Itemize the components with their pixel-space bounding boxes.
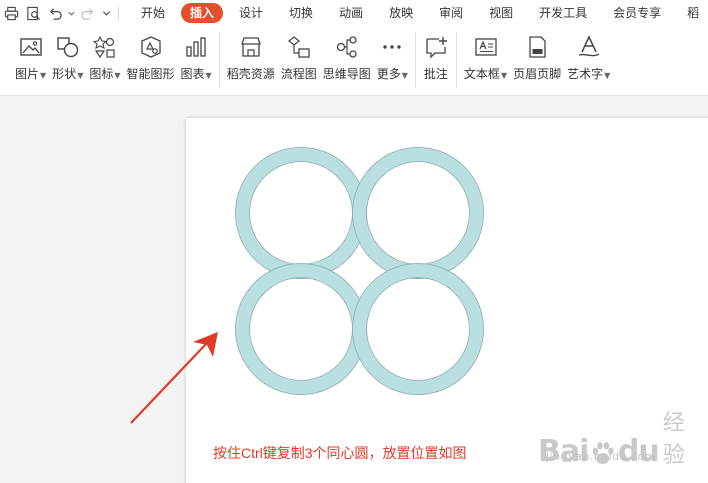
header-footer-button[interactable]: 页眉页脚 (513, 34, 561, 82)
undo-dropdown[interactable] (66, 2, 76, 24)
chart-button[interactable]: 图表▼ (181, 34, 212, 82)
watermark-url: jingyan.baidu.com (546, 450, 657, 463)
textbox-button[interactable]: 文本框▼ (464, 34, 507, 82)
tab-insert[interactable]: 插入 (181, 3, 224, 23)
ribbon-divider (455, 32, 457, 88)
chevron-down-icon (68, 11, 74, 15)
shapes-label: 形状 (52, 67, 77, 81)
ribbon-group-text: 文本框▼ 页眉页脚 艺术字▼ (461, 26, 613, 96)
ribbon-divider (414, 32, 416, 88)
quick-access-toolbar (0, 0, 123, 26)
store-icon (240, 37, 261, 57)
mindmap-label: 思维导图 (322, 67, 371, 81)
insert-ribbon: 图片▼ 形状▼ 图标▼ 智能图形 图表▼ 稻壳资源 流程图 思维导图 更多▼ 批… (0, 26, 708, 96)
concentric-circle-top-right[interactable] (353, 148, 483, 278)
chevron-down-icon (102, 10, 110, 16)
picture-icon (19, 38, 42, 56)
toolbar-divider (118, 6, 119, 20)
icons-button[interactable]: 图标▼ (89, 34, 121, 82)
concentric-circle-top-left[interactable] (236, 148, 366, 278)
tab-transitions[interactable]: 切换 (279, 3, 323, 23)
print-icon (4, 6, 18, 20)
comment-button[interactable]: 批注 (423, 34, 449, 82)
customize-toolbar-button[interactable] (98, 2, 114, 24)
tab-review[interactable]: 审阅 (429, 3, 473, 23)
shapes-button[interactable]: 形状▼ (52, 34, 83, 82)
tab-design[interactable]: 设计 (229, 3, 273, 23)
tab-docer[interactable]: 稻 (677, 3, 708, 23)
chevron-down-icon: ▼ (40, 71, 47, 80)
tab-developer[interactable]: 开发工具 (529, 3, 597, 23)
smartart-button[interactable]: 智能图形 (127, 34, 175, 82)
ribbon-tabs: 开始 插入 设计 切换 动画 放映 审阅 视图 开发工具 会员专享 稻 (131, 3, 708, 23)
redo-button[interactable] (76, 2, 98, 24)
wordart-icon (578, 35, 600, 57)
watermark-suffix: 经验 (662, 411, 685, 468)
chevron-down-icon: ▼ (114, 71, 121, 80)
header-footer-icon (529, 36, 546, 58)
mindmap-button[interactable]: 思维导图 (323, 34, 371, 82)
textbox-icon (474, 38, 497, 56)
textbox-label: 文本框 (463, 67, 500, 81)
docer-resources-label: 稻壳资源 (226, 67, 275, 81)
picture-button[interactable]: 图片▼ (15, 34, 46, 82)
tab-home[interactable]: 开始 (131, 3, 175, 23)
undo-button[interactable] (44, 2, 66, 24)
ribbon-group-illustrations: 图片▼ 形状▼ 图标▼ 智能图形 图表▼ (0, 26, 215, 96)
icons-label: 图标 (89, 67, 114, 81)
more-icon (383, 45, 402, 49)
more-label: 更多 (376, 67, 401, 81)
ribbon-group-resources: 稻壳资源 流程图 思维导图 更多▼ (224, 26, 411, 96)
chart-label: 图表 (180, 67, 205, 81)
comment-label: 批注 (423, 67, 448, 81)
tab-view[interactable]: 视图 (479, 3, 523, 23)
chevron-down-icon: ▼ (604, 71, 611, 80)
concentric-circle-bottom-left[interactable] (236, 264, 366, 394)
header-footer-label: 页眉页脚 (513, 67, 562, 81)
ribbon-divider (218, 32, 220, 88)
icons-icon (92, 35, 115, 59)
smartart-label: 智能图形 (126, 67, 175, 81)
redo-icon (80, 7, 93, 20)
instruction-caption: 按住Ctrl键复制3个同心圆，放置位置如图 (213, 445, 467, 461)
tab-animation[interactable]: 动画 (329, 3, 373, 23)
chart-icon (186, 37, 206, 57)
menu-bar: 开始 插入 设计 切换 动画 放映 审阅 视图 开发工具 会员专享 稻 (0, 0, 708, 26)
chevron-down-icon: ▼ (500, 71, 508, 80)
print-button[interactable] (0, 2, 22, 24)
tab-slideshow[interactable]: 放映 (379, 3, 423, 23)
undo-icon (49, 7, 62, 20)
wordart-label: 艺术字 (567, 67, 604, 81)
print-preview-button[interactable] (22, 2, 44, 24)
baidu-jingyan-watermark: Bai du 经验 jingyan.baidu.com (538, 405, 703, 475)
wordart-button[interactable]: 艺术字▼ (567, 34, 610, 82)
chevron-down-icon: ▼ (401, 71, 408, 80)
chevron-down-icon: ▼ (205, 71, 212, 80)
comment-icon (426, 37, 447, 59)
mindmap-icon (336, 36, 357, 58)
smartart-icon (140, 36, 161, 58)
concentric-circle-bottom-right[interactable] (353, 264, 483, 394)
tab-member[interactable]: 会员专享 (603, 3, 671, 23)
ribbon-group-comments: 批注 (420, 26, 452, 96)
flowchart-label: 流程图 (280, 67, 317, 81)
flowchart-icon (287, 36, 310, 58)
shapes-icon (57, 37, 78, 58)
print-preview-icon (26, 6, 40, 20)
flowchart-button[interactable]: 流程图 (281, 34, 317, 82)
docer-resources-button[interactable]: 稻壳资源 (227, 34, 275, 82)
more-button[interactable]: 更多▼ (377, 34, 408, 82)
picture-label: 图片 (15, 67, 40, 81)
chevron-down-icon: ▼ (77, 71, 84, 80)
